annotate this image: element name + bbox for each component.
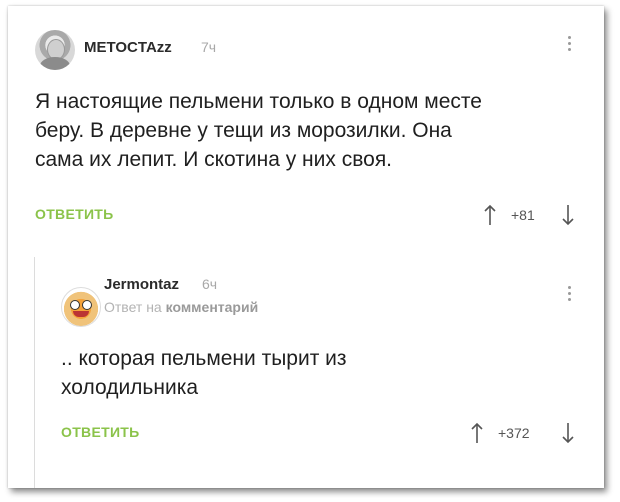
avatar-eye bbox=[70, 300, 80, 310]
comment-text-line: холодильника bbox=[61, 376, 199, 399]
reply-to: Ответ на комментарий bbox=[104, 299, 258, 315]
comment-text-line: Я настоящие пельмени только в одном мест… bbox=[35, 90, 482, 113]
comment-username[interactable]: METOCTAzz bbox=[84, 39, 172, 56]
avatar[interactable] bbox=[35, 30, 75, 70]
arrow-up-icon[interactable] bbox=[483, 204, 497, 226]
comment-text-line: .. которая пельмени тырит из bbox=[61, 347, 347, 370]
comment-time: 6ч bbox=[202, 276, 218, 292]
avatar-body bbox=[40, 57, 70, 70]
comment-text: Я настоящие пельмени только в одном мест… bbox=[35, 87, 482, 174]
thread-line bbox=[34, 257, 35, 488]
reply-to-link[interactable]: комментарий bbox=[166, 299, 259, 315]
arrow-up-icon[interactable] bbox=[470, 422, 484, 444]
comment-text-line: сама их лепит. И скотина у них своя. bbox=[35, 148, 393, 171]
arrow-down-icon[interactable] bbox=[561, 422, 575, 444]
comment-username[interactable]: Jermontaz bbox=[104, 276, 179, 293]
comments-card: METOCTAzz 7ч Я настоящие пельмени только… bbox=[8, 6, 604, 488]
rating-value: +372 bbox=[498, 425, 530, 441]
rating-value: +81 bbox=[511, 207, 535, 223]
avatar-mouth bbox=[73, 311, 89, 317]
reply-to-prefix: Ответ на bbox=[104, 299, 162, 315]
more-vertical-icon[interactable] bbox=[568, 286, 572, 304]
avatar[interactable] bbox=[61, 287, 101, 327]
reply-button[interactable]: ОТВЕТИТЬ bbox=[61, 424, 140, 440]
reply-button[interactable]: ОТВЕТИТЬ bbox=[35, 206, 114, 222]
comment-text-line: беру. В деревне у тещи из морозилки. Она bbox=[35, 119, 452, 142]
more-vertical-icon[interactable] bbox=[568, 36, 572, 54]
avatar-eye bbox=[82, 300, 92, 310]
arrow-down-icon[interactable] bbox=[561, 204, 575, 226]
comment-text: .. которая пельмени тырит из холодильник… bbox=[61, 344, 347, 402]
comment-time: 7ч bbox=[201, 39, 217, 55]
